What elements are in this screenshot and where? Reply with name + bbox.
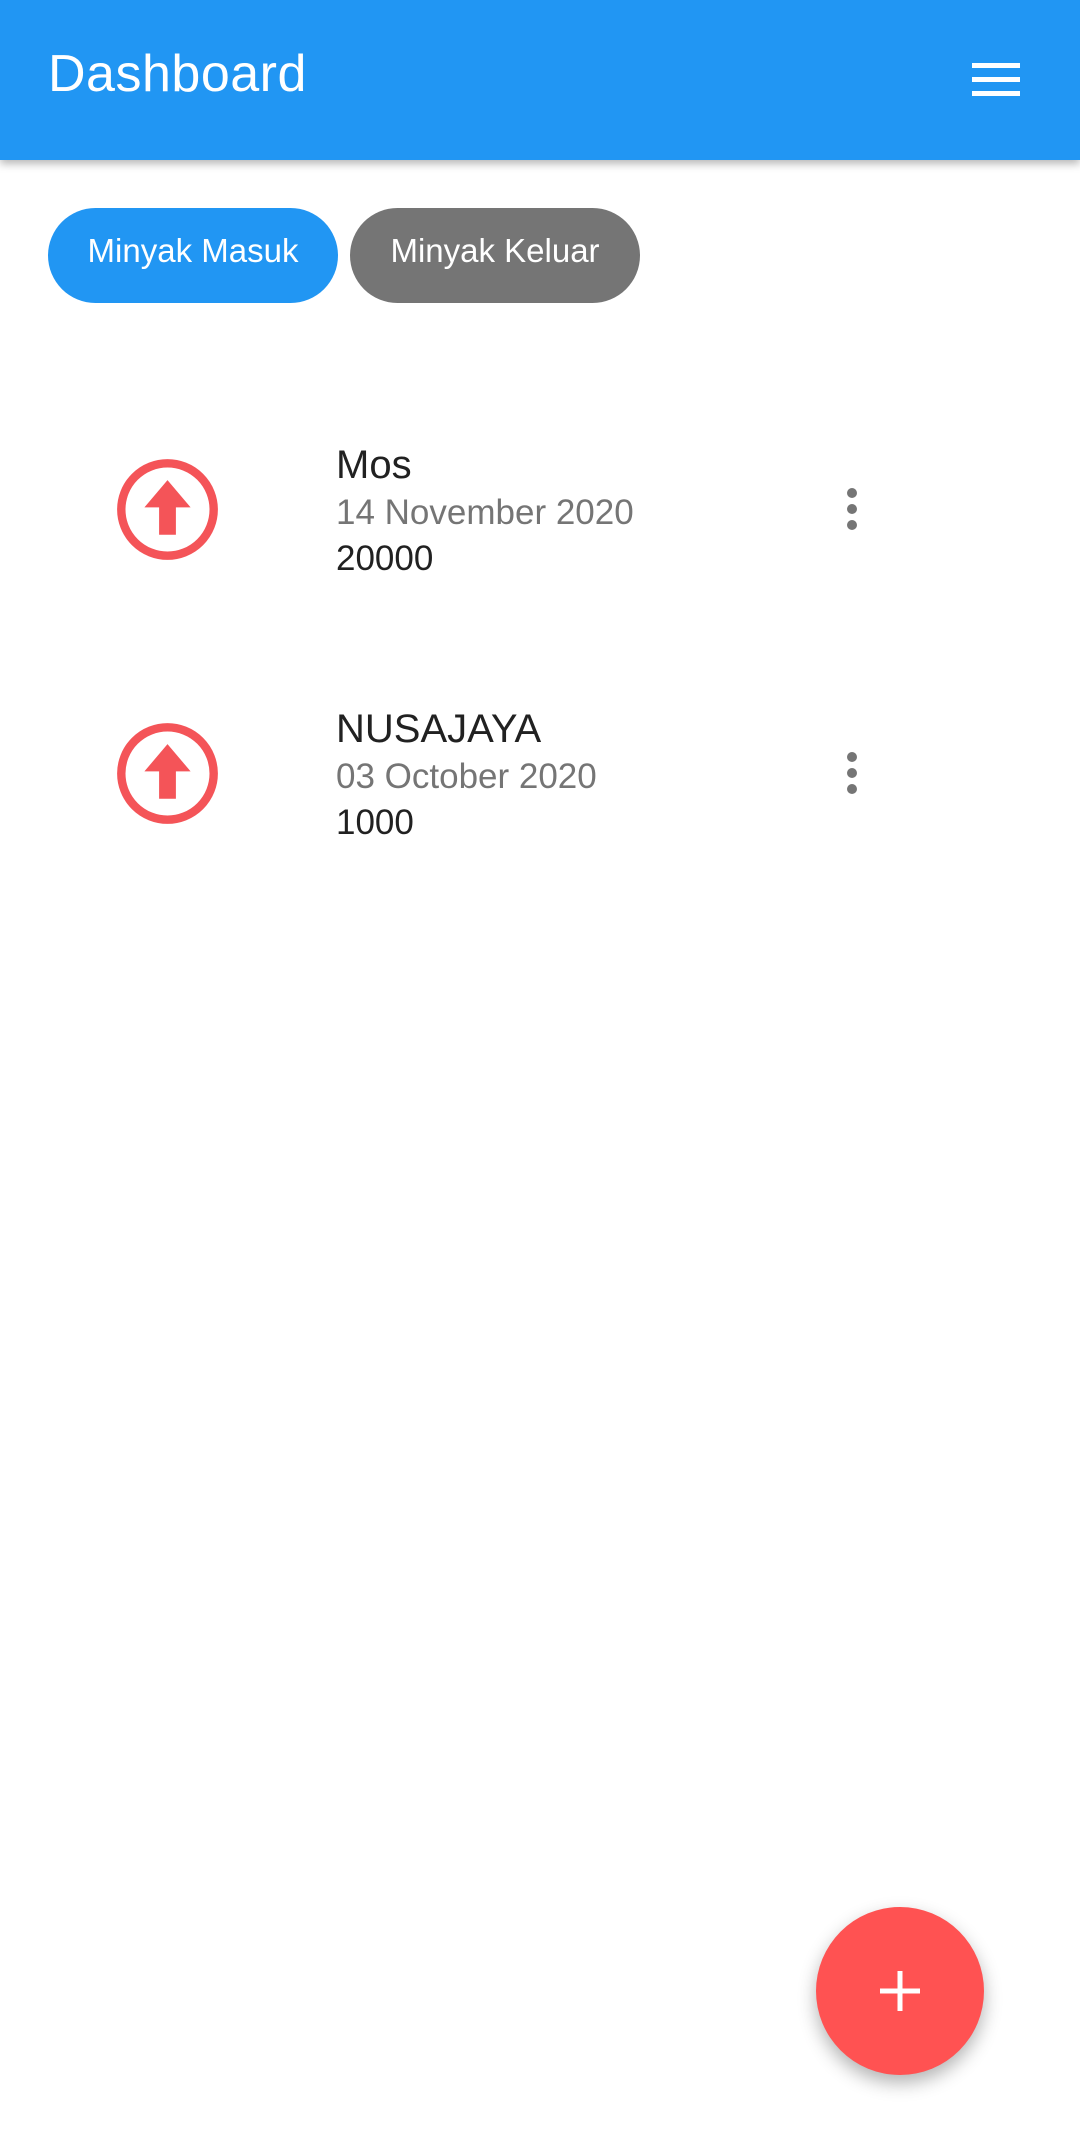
minyak-keluar-label: Minyak Keluar bbox=[390, 231, 600, 269]
arrow-up-circle-icon bbox=[117, 459, 218, 560]
list-item[interactable]: Mos 14 November 2020 20000 bbox=[0, 408, 1080, 608]
minyak-keluar-button[interactable]: Minyak Keluar bbox=[350, 208, 640, 303]
app-bar: Dashboard bbox=[0, 0, 1080, 160]
more-options-button[interactable] bbox=[830, 474, 874, 544]
more-vert-icon bbox=[847, 488, 857, 530]
item-date: 03 October 2020 bbox=[336, 757, 597, 796]
list-item[interactable]: NUSAJAYA 03 October 2020 1000 bbox=[0, 672, 1080, 872]
minyak-masuk-label: Minyak Masuk bbox=[87, 231, 299, 269]
item-name: NUSAJAYA bbox=[336, 707, 542, 751]
plus-icon bbox=[880, 1971, 920, 2011]
more-options-button[interactable] bbox=[830, 738, 874, 808]
item-date: 14 November 2020 bbox=[336, 493, 634, 532]
hamburger-menu-icon bbox=[972, 63, 1020, 96]
page-title: Dashboard bbox=[48, 45, 307, 103]
arrow-up-circle-icon bbox=[117, 723, 218, 824]
item-name: Mos bbox=[336, 443, 412, 487]
item-text: NUSAJAYA 03 October 2020 1000 bbox=[336, 704, 597, 846]
item-amount: 20000 bbox=[336, 539, 434, 578]
item-text: Mos 14 November 2020 20000 bbox=[336, 440, 634, 582]
item-amount: 1000 bbox=[336, 803, 414, 842]
menu-button[interactable] bbox=[960, 52, 1032, 108]
more-vert-icon bbox=[847, 752, 857, 794]
minyak-masuk-button[interactable]: Minyak Masuk bbox=[48, 208, 338, 303]
add-button[interactable] bbox=[816, 1907, 984, 2075]
